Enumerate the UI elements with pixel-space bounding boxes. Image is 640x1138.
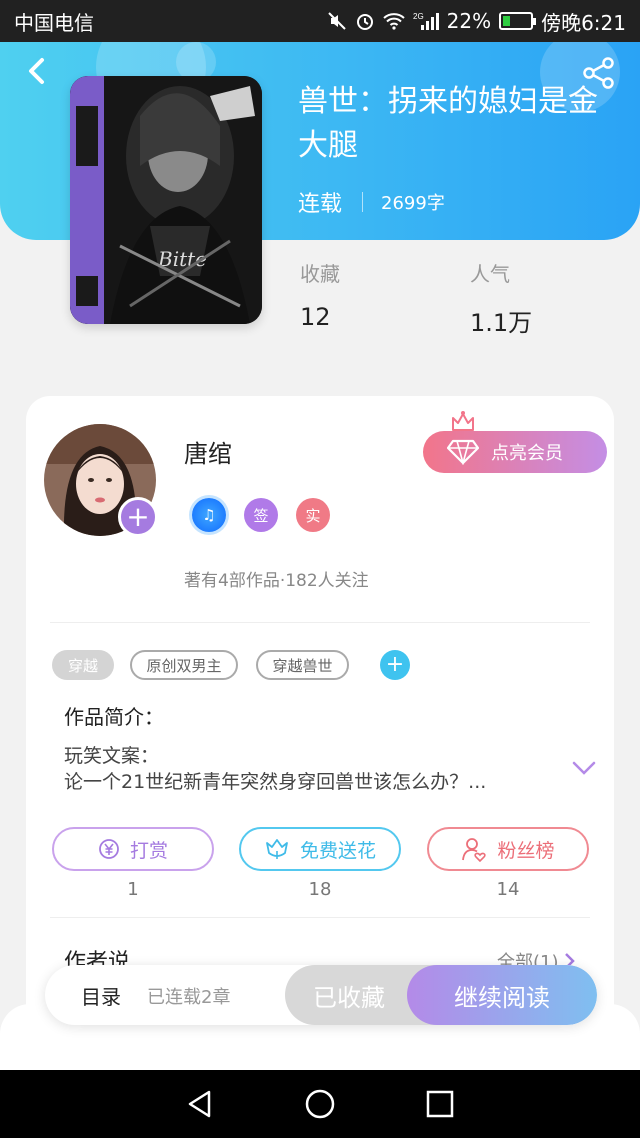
signed-badge[interactable]: 签 [244,498,278,532]
plus-icon: + [126,500,150,533]
yuan-coin-icon [99,839,119,859]
continue-reading-button[interactable]: 继续阅读 [407,965,597,1025]
battery-icon [499,12,537,30]
battery-percent: 22% [446,9,492,33]
intro-title: 作品简介： [64,705,164,729]
stat-value: 1.1万 [470,309,533,337]
fan-user-icon [462,838,487,862]
expand-intro-button[interactable] [572,758,596,778]
nav-recents-button[interactable] [422,1086,458,1122]
nav-back-button[interactable] [182,1086,218,1122]
network-label: 2G [413,12,424,21]
clock: 傍晚6:21 [541,10,626,35]
reading-action-bar: 目录 已连载2章 已收藏 继续阅读 [45,965,597,1025]
author-badges: ♫ 签 实 [192,498,330,532]
word-count: 2699字 [381,193,445,214]
diamond-icon [447,439,479,465]
fans-count: 14 [496,879,520,900]
book-cover-image: Bitte [70,76,262,324]
intro-text[interactable]: 玩笑文案： 论一个21世纪新青年突然身穿回兽世该怎么办？... [64,743,564,795]
music-note-icon[interactable]: ♫ [192,498,226,532]
square-recents-icon [426,1090,454,1118]
tag-chip[interactable]: 穿越 [52,650,114,680]
signal-icon: 2G [413,11,439,31]
stat-popularity: 人气 1.1万 [470,258,532,338]
tag-chip[interactable]: 原创双男主 [130,650,238,680]
author-info: 著有4部作品·182人关注 [184,571,369,591]
toc-button[interactable]: 目录 [81,981,121,1010]
serial-status: 连载 [298,192,343,217]
verified-badge[interactable]: 实 [296,498,330,532]
vip-button-label: 点亮会员 [491,443,563,464]
collected-label: 已收藏 [313,983,385,1012]
nav-home-button[interactable] [302,1086,338,1122]
stat-favorites: 收藏 12 [300,258,340,331]
chevron-down-icon [572,761,596,775]
divider [50,917,590,918]
status-icons: 2G 22% 傍晚6:21 [327,7,626,36]
send-flower-label: 免费送花 [299,839,376,862]
stat-label: 收藏 [300,262,340,286]
send-flower-button[interactable]: 免费送花 [239,827,401,871]
alarm-icon [355,11,375,31]
reward-button[interactable]: 打赏 [52,827,214,871]
flower-icon [266,839,288,859]
meta-divider [362,192,364,212]
intro-line: 玩笑文案： [64,745,160,767]
back-button[interactable] [22,56,52,86]
reward-count: 1 [127,879,139,900]
tag-chip[interactable]: 穿越兽世 [256,650,349,680]
book-meta: 连载 2699字 [298,186,445,218]
author-name[interactable]: 唐绾 [184,434,232,469]
continue-reading-label: 继续阅读 [454,983,550,1012]
share-icon [583,57,614,89]
chapter-count: 已连载2章 [147,987,231,1008]
circle-home-icon [305,1089,335,1119]
status-bar: 中国电信 2G 22% 傍晚6:21 [0,0,640,42]
stat-value: 12 [300,303,331,331]
system-nav-bar [0,1070,640,1138]
flower-count: 18 [308,879,332,900]
follow-author-button[interactable]: + [118,497,158,537]
chevron-left-icon [29,58,44,84]
triangle-back-icon [188,1090,211,1118]
reward-label: 打赏 [129,839,168,862]
add-tag-button[interactable]: + [380,650,410,680]
share-button[interactable] [582,56,616,90]
divider [50,622,590,623]
stat-label: 人气 [470,262,510,286]
intro-line: 论一个21世纪新青年突然身穿回兽世该怎么办？... [64,771,487,793]
carrier-name: 中国电信 [14,10,94,35]
vip-activate-button[interactable]: 点亮会员 [423,431,607,473]
book-title: 兽世：拐来的媳妇是金大腿 [298,84,598,163]
mute-icon [327,11,347,31]
crown-icon [450,410,476,434]
book-cover[interactable]: Bitte [70,76,262,324]
plus-icon: + [385,652,405,677]
fans-ranking-button[interactable]: 粉丝榜 [427,827,589,871]
wifi-icon [382,12,405,30]
fans-ranking-label: 粉丝榜 [497,839,555,862]
